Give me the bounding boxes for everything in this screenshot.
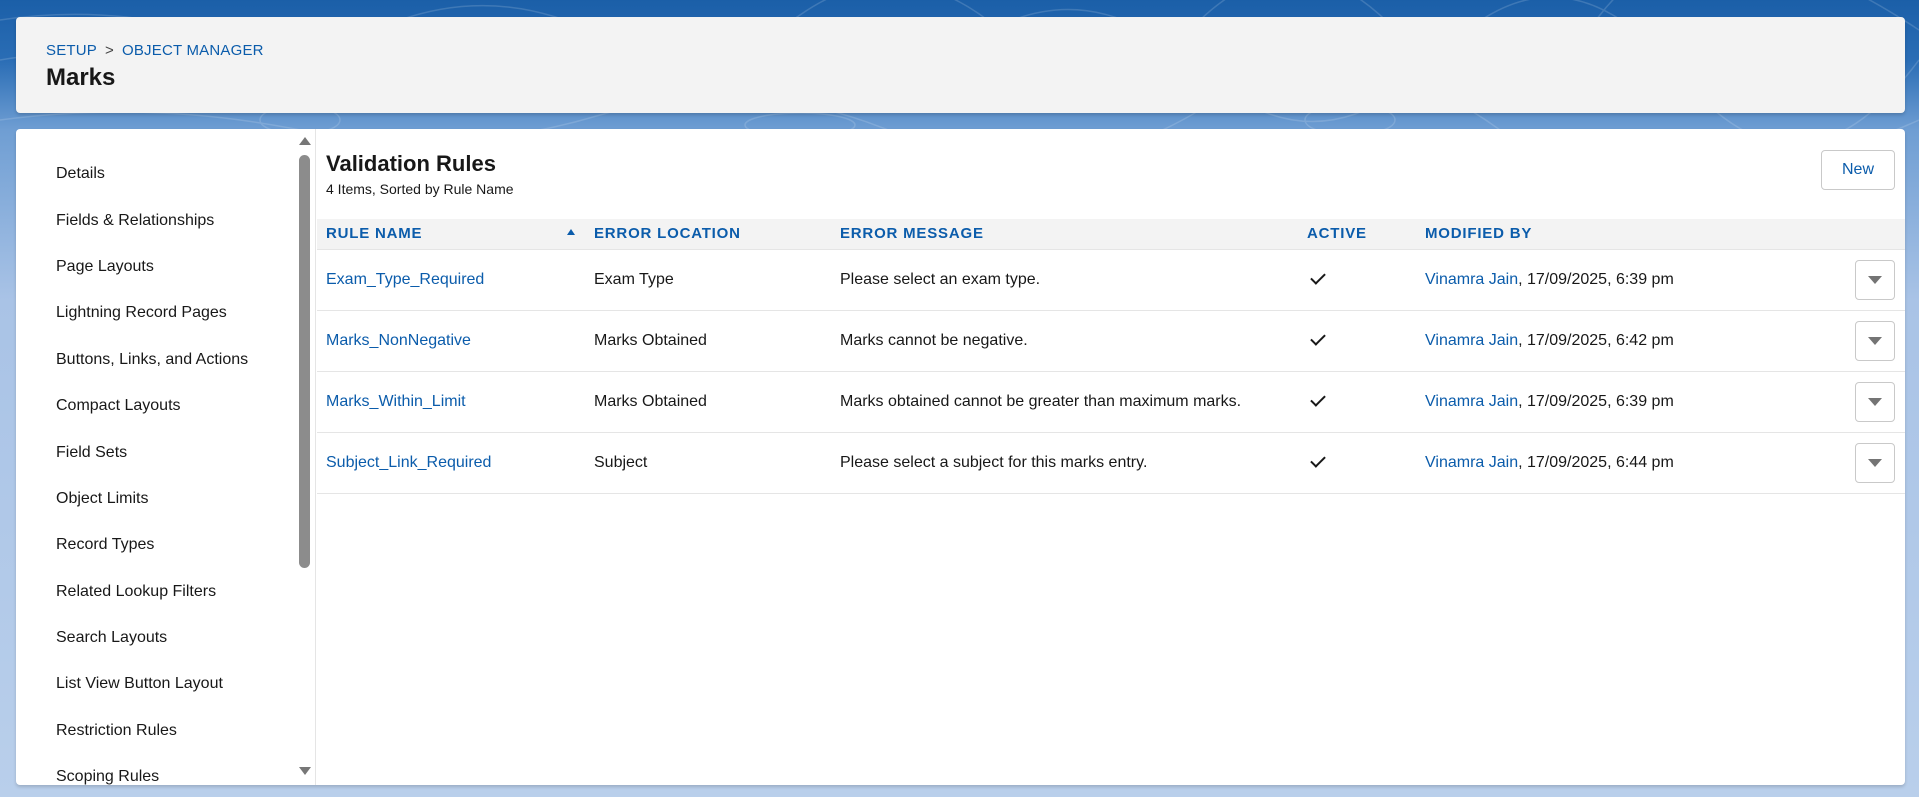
chevron-down-icon	[1868, 397, 1882, 406]
page-header: SETUP > OBJECT MANAGER Marks	[16, 17, 1905, 113]
active-cell	[1298, 371, 1416, 433]
row-actions-cell	[1836, 310, 1905, 372]
active-cell	[1298, 310, 1416, 372]
chevron-down-icon	[1868, 275, 1882, 284]
modified-date: , 17/09/2025, 6:39 pm	[1518, 392, 1674, 410]
main-panel: Details Fields & Relationships Page Layo…	[16, 129, 1905, 785]
check-icon	[1310, 268, 1326, 285]
error-message-cell: Marks cannot be negative.	[831, 310, 1298, 372]
rule-name-link[interactable]: Subject_Link_Required	[317, 432, 585, 494]
sidebar-item-lightning-record-pages[interactable]: Lightning Record Pages	[56, 301, 227, 325]
error-location-cell: Exam Type	[585, 249, 831, 311]
modified-date: , 17/09/2025, 6:44 pm	[1518, 453, 1674, 471]
scroll-thumb[interactable]	[299, 155, 310, 568]
breadcrumb-object-manager-link[interactable]: OBJECT MANAGER	[122, 42, 264, 59]
sort-ascending-icon[interactable]	[567, 229, 576, 236]
column-header-modified-by[interactable]: MODIFIED BY	[1416, 219, 1836, 250]
sidebar-item-restriction-rules[interactable]: Restriction Rules	[56, 719, 177, 743]
error-location-cell: Marks Obtained	[585, 310, 831, 372]
scroll-down-arrow-icon[interactable]	[299, 767, 311, 775]
new-rule-button[interactable]: New	[1821, 150, 1895, 190]
table-row: Exam_Type_Required Exam Type Please sele…	[317, 249, 1905, 311]
breadcrumb-separator: >	[105, 42, 114, 59]
modified-by-cell: Vinamra Jain, 17/09/2025, 6:42 pm	[1416, 310, 1836, 372]
table-row: Subject_Link_Required Subject Please sel…	[317, 432, 1905, 494]
sidebar-item-related-lookup-filters[interactable]: Related Lookup Filters	[56, 580, 216, 604]
error-message-cell: Marks obtained cannot be greater than ma…	[831, 371, 1298, 433]
sidebar-item-scoping-rules[interactable]: Scoping Rules	[56, 765, 159, 785]
sidebar-item-record-types[interactable]: Record Types	[56, 533, 154, 557]
column-header-rule-name-label: RULE NAME	[326, 225, 423, 243]
check-icon	[1310, 329, 1326, 346]
sidebar-item-details[interactable]: Details	[56, 162, 105, 186]
row-actions-button[interactable]	[1855, 259, 1895, 300]
sidebar-item-fields-relationships[interactable]: Fields & Relationships	[56, 209, 214, 233]
breadcrumb-setup-link[interactable]: SETUP	[46, 42, 97, 59]
row-actions-button[interactable]	[1855, 320, 1895, 361]
sidebar-item-search-layouts[interactable]: Search Layouts	[56, 626, 167, 650]
modified-by-user-link[interactable]: Vinamra Jain	[1425, 454, 1518, 471]
sidebar-item-object-limits[interactable]: Object Limits	[56, 487, 148, 511]
page-title: Marks	[46, 64, 116, 91]
validation-rules-panel: Validation Rules 4 Items, Sorted by Rule…	[317, 129, 1905, 785]
column-header-error-message[interactable]: ERROR MESSAGE	[831, 219, 1298, 250]
sidebar-item-field-sets[interactable]: Field Sets	[56, 441, 127, 465]
active-cell	[1298, 432, 1416, 494]
table-row: Marks_NonNegative Marks Obtained Marks c…	[317, 310, 1905, 372]
error-message-cell: Please select a subject for this marks e…	[831, 432, 1298, 494]
modified-date: , 17/09/2025, 6:39 pm	[1518, 270, 1674, 288]
scroll-up-arrow-icon[interactable]	[299, 137, 311, 145]
row-actions-cell	[1836, 249, 1905, 311]
check-icon	[1310, 451, 1326, 468]
error-location-cell: Subject	[585, 432, 831, 494]
column-header-actions	[1836, 219, 1905, 250]
rule-name-link[interactable]: Marks_Within_Limit	[317, 371, 585, 433]
row-actions-cell	[1836, 371, 1905, 433]
section-subtitle: 4 Items, Sorted by Rule Name	[326, 181, 514, 197]
row-actions-button[interactable]	[1855, 381, 1895, 422]
error-message-cell: Please select an exam type.	[831, 249, 1298, 311]
column-header-rule-name[interactable]: RULE NAME	[317, 219, 585, 250]
sidebar-scrollbar[interactable]	[296, 133, 316, 783]
modified-by-cell: Vinamra Jain, 17/09/2025, 6:44 pm	[1416, 432, 1836, 494]
active-cell	[1298, 249, 1416, 311]
check-icon	[1310, 390, 1326, 407]
modified-by-user-link[interactable]: Vinamra Jain	[1425, 332, 1518, 349]
row-actions-cell	[1836, 432, 1905, 494]
chevron-down-icon	[1868, 458, 1882, 467]
error-location-cell: Marks Obtained	[585, 371, 831, 433]
sidebar-item-list-view-button-layout[interactable]: List View Button Layout	[56, 672, 223, 696]
sidebar-item-page-layouts[interactable]: Page Layouts	[56, 255, 154, 279]
modified-date: , 17/09/2025, 6:42 pm	[1518, 331, 1674, 349]
table-row: Marks_Within_Limit Marks Obtained Marks …	[317, 371, 1905, 433]
modified-by-user-link[interactable]: Vinamra Jain	[1425, 393, 1518, 410]
row-actions-button[interactable]	[1855, 442, 1895, 483]
modified-by-cell: Vinamra Jain, 17/09/2025, 6:39 pm	[1416, 249, 1836, 311]
chevron-down-icon	[1868, 336, 1882, 345]
table-header-row: RULE NAME ERROR LOCATION ERROR MESSAGE A…	[317, 219, 1905, 250]
sidebar-item-buttons-links-actions[interactable]: Buttons, Links, and Actions	[56, 348, 248, 372]
sidebar: Details Fields & Relationships Page Layo…	[16, 129, 316, 785]
breadcrumb: SETUP > OBJECT MANAGER	[46, 42, 264, 59]
column-header-active[interactable]: ACTIVE	[1298, 219, 1416, 250]
validation-rules-table: RULE NAME ERROR LOCATION ERROR MESSAGE A…	[317, 219, 1905, 494]
modified-by-user-link[interactable]: Vinamra Jain	[1425, 271, 1518, 288]
rule-name-link[interactable]: Marks_NonNegative	[317, 310, 585, 372]
sidebar-item-compact-layouts[interactable]: Compact Layouts	[56, 394, 181, 418]
rule-name-link[interactable]: Exam_Type_Required	[317, 249, 585, 311]
modified-by-cell: Vinamra Jain, 17/09/2025, 6:39 pm	[1416, 371, 1836, 433]
column-header-error-location[interactable]: ERROR LOCATION	[585, 219, 831, 250]
section-title: Validation Rules	[326, 151, 496, 176]
